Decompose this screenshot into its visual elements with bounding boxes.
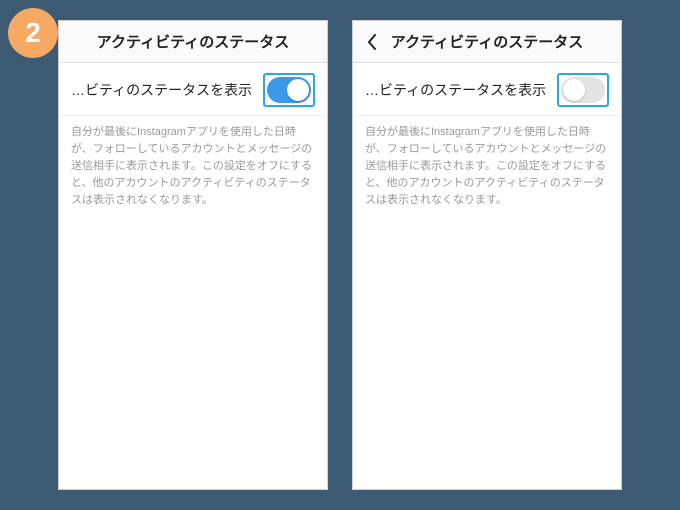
activity-status-row[interactable]: …ビティのステータスを表示 (353, 63, 621, 116)
toggle-highlight (557, 73, 609, 107)
activity-status-label: …ビティのステータスを表示 (71, 80, 252, 100)
screens-container: アクティビティのステータス …ビティのステータスを表示 自分が最後にInstag… (0, 0, 680, 510)
toggle-highlight (263, 73, 315, 107)
screen-right: アクティビティのステータス …ビティのステータスを表示 自分が最後にInstag… (352, 20, 622, 490)
step-number: 2 (25, 17, 41, 49)
header-title: アクティビティのステータス (97, 31, 289, 52)
step-badge: 2 (8, 8, 58, 58)
back-button[interactable] (363, 33, 381, 51)
toggle-knob (287, 79, 309, 101)
screen-left: アクティビティのステータス …ビティのステータスを表示 自分が最後にInstag… (58, 20, 328, 490)
activity-status-description: 自分が最後にInstagramアプリを使用した日時が、フォローしているアカウント… (59, 116, 327, 217)
activity-status-description: 自分が最後にInstagramアプリを使用した日時が、フォローしているアカウント… (353, 116, 621, 217)
activity-status-toggle[interactable] (267, 77, 311, 103)
screen-header: アクティビティのステータス (353, 21, 621, 63)
activity-status-label: …ビティのステータスを表示 (365, 80, 546, 100)
screen-header: アクティビティのステータス (59, 21, 327, 63)
activity-status-toggle[interactable] (561, 77, 605, 103)
activity-status-row[interactable]: …ビティのステータスを表示 (59, 63, 327, 116)
header-title: アクティビティのステータス (391, 31, 583, 52)
chevron-left-icon (367, 34, 377, 50)
toggle-knob (563, 79, 585, 101)
